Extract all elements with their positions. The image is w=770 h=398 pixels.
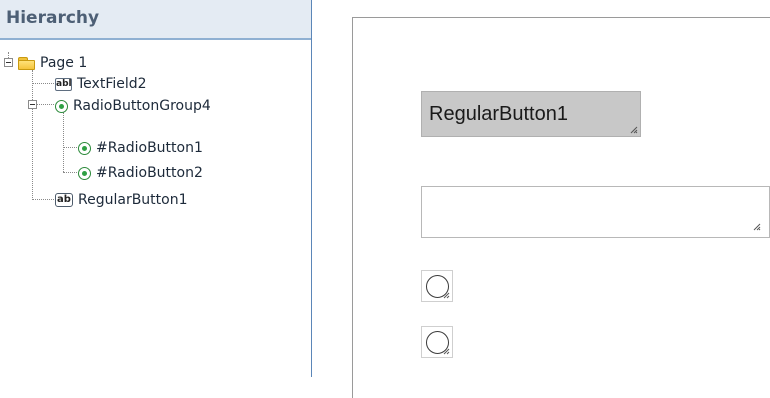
resize-grip-icon[interactable] [440,345,450,355]
button-label: RegularButton1 [429,103,568,125]
collapse-toggle-radiobuttongroup4[interactable] [28,100,37,109]
resize-grip-icon[interactable] [440,289,450,299]
hierarchy-panel: Hierarchy Page 1 abl TextField2 RadioBut… [0,0,312,377]
radio-button-1[interactable] [421,270,453,302]
tree-connector [36,104,54,105]
resize-grip-icon[interactable] [628,124,638,134]
collapse-toggle-page-1[interactable] [4,58,13,67]
tree-connector [32,70,33,200]
radio-icon [55,99,68,113]
tree-connector [63,147,77,148]
tree-item-label: RegularButton1 [78,192,188,208]
resize-grip-icon[interactable] [751,221,761,231]
tree-item-radiobutton2[interactable]: #RadioButton2 [78,163,203,183]
tree-item-radiobuttongroup4[interactable]: RadioButtonGroup4 [55,96,211,116]
tree-item-label: TextField2 [77,76,147,92]
design-canvas[interactable]: RegularButton1 [313,0,770,398]
tree-item-page-1[interactable]: Page 1 [18,53,87,73]
tree-item-radiobutton1[interactable]: #RadioButton1 [78,138,203,158]
hierarchy-title: Hierarchy [6,8,100,28]
button-icon: ab [55,193,73,207]
tree-connector [63,172,77,173]
tree-connector [63,112,64,172]
tree-item-label: #RadioButton2 [96,165,203,181]
textfield-icon: abl [55,77,72,91]
radio-icon [78,141,91,155]
text-field-2[interactable] [421,186,770,238]
tree-item-label: #RadioButton1 [96,140,203,156]
tree-item-textfield2[interactable]: abl TextField2 [55,74,147,94]
tree-item-label: Page 1 [40,55,88,71]
regular-button-1[interactable]: RegularButton1 [421,91,641,137]
tree-connector [32,83,54,84]
tree-item-label: RadioButtonGroup4 [73,98,211,114]
folder-icon [18,56,35,70]
hierarchy-header: Hierarchy [0,0,311,40]
radio-button-2[interactable] [421,326,453,358]
tree-item-regularbutton1[interactable]: ab RegularButton1 [55,190,188,210]
radio-icon [78,166,91,180]
hierarchy-tree: Page 1 abl TextField2 RadioButtonGroup4 … [0,42,311,377]
tree-connector [32,199,54,200]
